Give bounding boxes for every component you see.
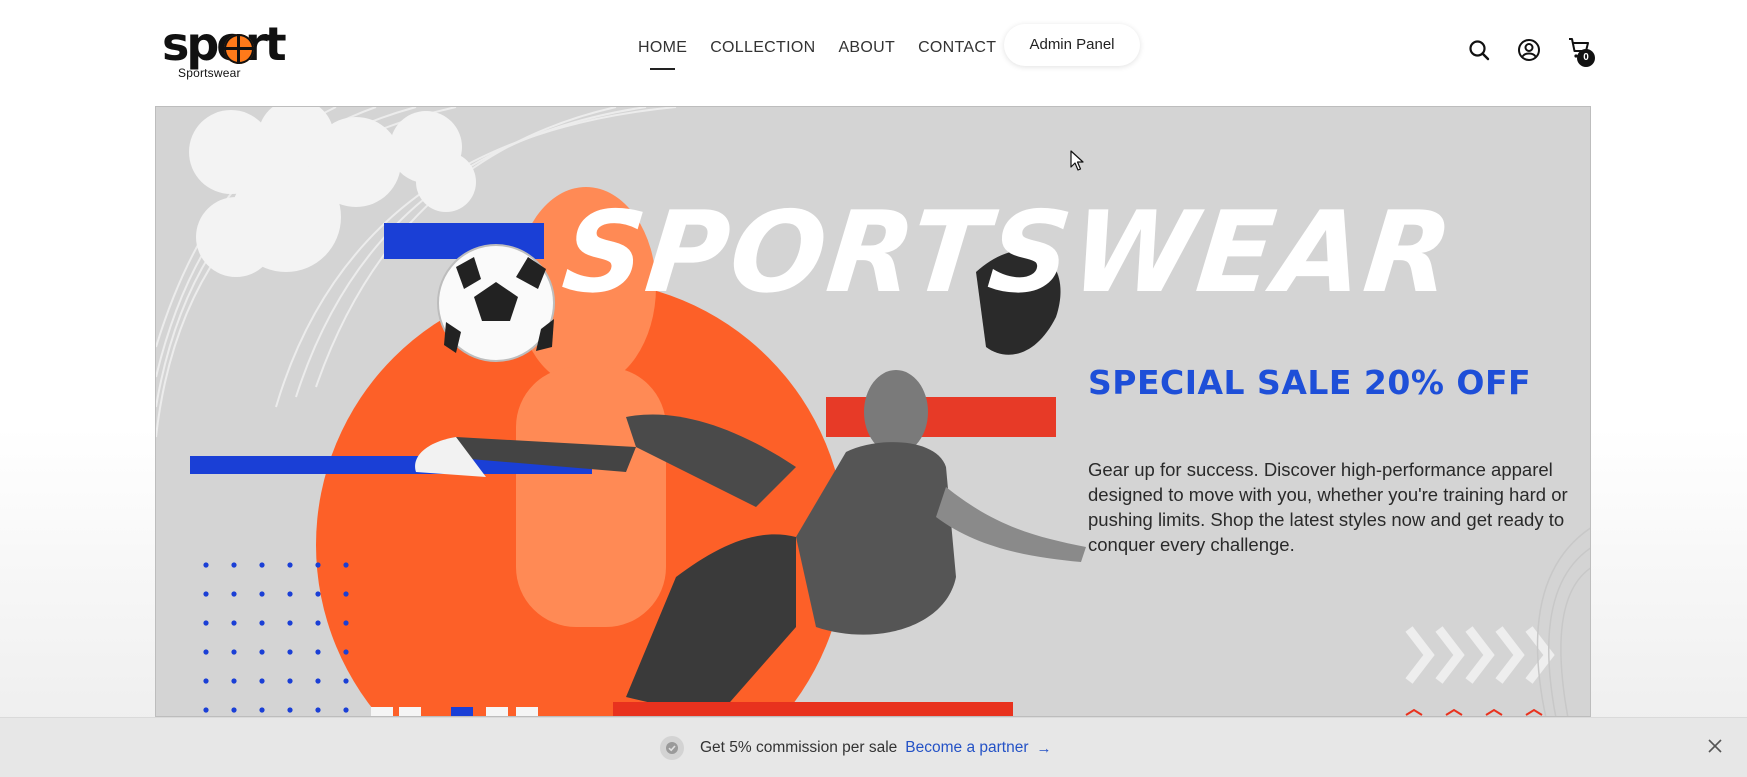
basketball-icon bbox=[224, 34, 254, 64]
close-icon[interactable] bbox=[1705, 736, 1725, 756]
admin-panel-button[interactable]: Admin Panel bbox=[1004, 24, 1140, 66]
logo[interactable]: sport Sportswear bbox=[162, 18, 312, 80]
nav-about[interactable]: ABOUT bbox=[838, 36, 895, 64]
hero-description: Gear up for success. Discover high-perfo… bbox=[1088, 459, 1568, 555]
logo-wordmark: sport bbox=[162, 17, 287, 71]
nav-home[interactable]: HOME bbox=[638, 36, 687, 70]
search-icon[interactable] bbox=[1467, 38, 1491, 62]
main-nav: HOME COLLECTION ABOUT CONTACT bbox=[638, 36, 1019, 70]
hero-title: SPORTSWEAR bbox=[557, 188, 1461, 318]
partner-promo-bar: Get 5% commission per sale Become a part… bbox=[0, 717, 1747, 777]
cart-count-badge: 0 bbox=[1577, 49, 1595, 67]
arrow-right-icon[interactable]: → bbox=[1037, 740, 1052, 757]
check-badge-icon bbox=[660, 736, 684, 760]
nav-collection[interactable]: COLLECTION bbox=[710, 36, 815, 64]
promo-content: Get 5% commission per sale Become a part… bbox=[660, 736, 1052, 760]
mouse-cursor-icon bbox=[1070, 150, 1084, 171]
hero-sale-heading: SPECIAL SALE 20% OFF bbox=[1088, 363, 1532, 402]
logo-subtitle: Sportswear bbox=[178, 66, 241, 80]
nav-contact[interactable]: CONTACT bbox=[918, 36, 996, 64]
promo-text: Get 5% commission per sale bbox=[700, 739, 898, 756]
user-circle-icon[interactable] bbox=[1517, 38, 1541, 62]
site-header: sport Sportswear HOME COLLECTION ABOUT C… bbox=[0, 0, 1747, 100]
become-partner-link[interactable]: Become a partner bbox=[905, 739, 1028, 757]
hero-banner[interactable]: SPORTSWEAR SPECIAL SALE 20% OFF Gear up … bbox=[155, 106, 1591, 717]
